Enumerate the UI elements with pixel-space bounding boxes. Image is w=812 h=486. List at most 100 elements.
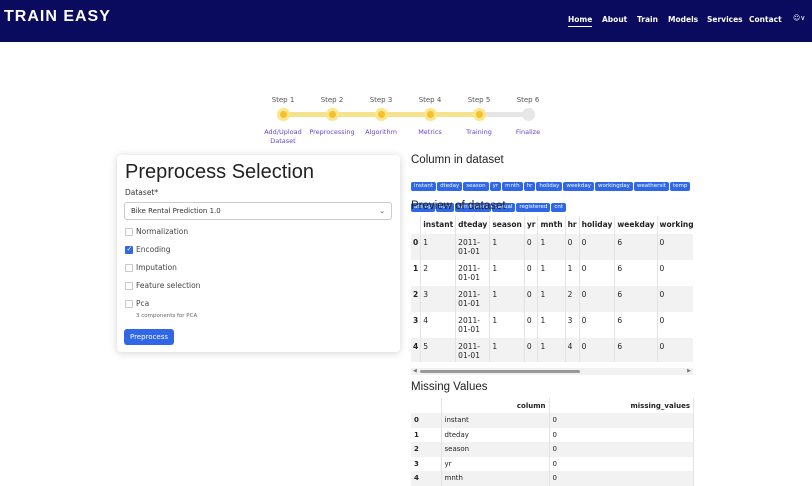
missing-header bbox=[411, 398, 442, 413]
step-1-dot[interactable] bbox=[277, 108, 290, 121]
column-tag: temp bbox=[669, 182, 691, 191]
cell: 0 bbox=[549, 413, 694, 428]
cell: 0 bbox=[657, 338, 693, 362]
option-label: Imputation bbox=[136, 263, 177, 272]
nav-about[interactable]: About bbox=[602, 15, 627, 24]
cell: dteday bbox=[441, 427, 550, 442]
table-row: 3 4 2011-01-01 1 0 1 3 0 6 0 1 bbox=[411, 312, 693, 338]
cell: 4 bbox=[420, 312, 457, 338]
step-4-dot[interactable] bbox=[424, 108, 437, 121]
missing-header-row: column missing_values bbox=[411, 398, 694, 413]
cell: 0 bbox=[524, 312, 539, 338]
nav-contact[interactable]: Contact bbox=[749, 15, 782, 24]
table-row: 4 mnth 0 bbox=[411, 471, 694, 486]
step-1-title: Step 1 bbox=[271, 96, 295, 104]
scroll-right-icon[interactable]: ▶ bbox=[687, 368, 691, 374]
cell: 1 bbox=[537, 260, 566, 286]
scroll-left-icon[interactable]: ◀ bbox=[413, 368, 417, 374]
cell: 0 bbox=[579, 260, 616, 286]
nav-models[interactable]: Models bbox=[668, 15, 698, 24]
pca-hint: 3 components for PCA bbox=[136, 313, 198, 319]
cell: 1 bbox=[489, 338, 525, 362]
nav-home[interactable]: Home bbox=[568, 15, 593, 27]
table-row: 0 1 2011-01-01 1 0 1 0 0 6 0 1 bbox=[411, 234, 693, 260]
column-tag: yr bbox=[489, 182, 502, 191]
preview-header: holiday bbox=[579, 216, 616, 234]
cell: 1 bbox=[489, 260, 525, 286]
checkbox-pca[interactable] bbox=[125, 300, 133, 308]
preview-header: instant bbox=[420, 216, 457, 234]
step-6-label[interactable]: Finalize bbox=[498, 128, 558, 137]
horizontal-scrollbar[interactable]: ◀ ▶ bbox=[411, 368, 693, 375]
missing-table-container: column missing_values 0 instant 0 1 dted… bbox=[411, 398, 694, 486]
preprocess-button[interactable]: Preprocess bbox=[124, 329, 174, 345]
table-row: 2 season 0 bbox=[411, 442, 694, 457]
cell: 0 bbox=[524, 286, 539, 312]
step-5-dot[interactable] bbox=[473, 108, 486, 121]
option-label: Normalization bbox=[136, 227, 189, 236]
preview-table-container[interactable]: instant dteday season yr mnth hr holiday… bbox=[411, 216, 693, 362]
cell: 3 bbox=[411, 312, 422, 338]
nav-train[interactable]: Train bbox=[637, 15, 658, 24]
step-6-dot[interactable] bbox=[522, 108, 535, 121]
missing-table: column missing_values 0 instant 0 1 dted… bbox=[411, 398, 694, 486]
column-tag: registered bbox=[516, 202, 551, 212]
missing-header: column bbox=[441, 398, 550, 413]
column-tag: instant bbox=[411, 182, 437, 191]
step-3-title: Step 3 bbox=[369, 96, 393, 104]
cell: 4 bbox=[411, 471, 442, 486]
cell: 6 bbox=[614, 260, 658, 286]
option-label: Encoding bbox=[136, 245, 171, 254]
cell: 0 bbox=[579, 338, 616, 362]
column-tag: hr bbox=[523, 182, 536, 191]
cell: 6 bbox=[614, 286, 658, 312]
cell: 2011-01-01 bbox=[455, 260, 491, 286]
cell: 1 bbox=[489, 234, 525, 260]
cell: 1 bbox=[411, 260, 422, 286]
preview-header bbox=[411, 216, 422, 234]
checkbox-encoding[interactable] bbox=[125, 245, 133, 254]
cell: 6 bbox=[614, 234, 658, 260]
column-tag: weathersit bbox=[633, 182, 669, 191]
cell: 1 bbox=[565, 260, 580, 286]
dataset-select[interactable]: Bike Rental Prediction 1.0 ⌄ bbox=[124, 202, 392, 220]
cell: 0 bbox=[549, 442, 694, 457]
step-track-pending bbox=[479, 112, 527, 117]
cell: 0 bbox=[411, 413, 442, 428]
cell: 0 bbox=[657, 312, 693, 338]
preview-header: yr bbox=[524, 216, 539, 234]
cell: 1 bbox=[489, 286, 525, 312]
column-tag: mnth bbox=[502, 182, 523, 191]
cell: 0 bbox=[524, 260, 539, 286]
cell: 0 bbox=[549, 471, 694, 486]
column-tag: cnt bbox=[551, 202, 567, 212]
nav-services[interactable]: Services bbox=[707, 15, 743, 24]
checkbox-imputation[interactable] bbox=[125, 264, 133, 272]
cell: 1 bbox=[411, 427, 442, 442]
preview-header: dteday bbox=[455, 216, 491, 234]
scrollbar-thumb[interactable] bbox=[420, 370, 580, 373]
cell: 2 bbox=[565, 286, 580, 312]
cell: 0 bbox=[549, 427, 694, 442]
cell: 0 bbox=[657, 286, 693, 312]
step-2-dot[interactable] bbox=[326, 108, 339, 121]
chevron-down-icon: ⌄ bbox=[379, 207, 385, 215]
checkbox-normalization[interactable] bbox=[125, 228, 133, 236]
cell: 2011-01-01 bbox=[455, 286, 491, 312]
cell: 6 bbox=[614, 312, 658, 338]
dataset-label: Dataset* bbox=[125, 188, 159, 197]
step-3-dot[interactable] bbox=[375, 108, 388, 121]
user-menu-icon[interactable]: ☺∨ bbox=[793, 14, 805, 22]
preview-header-row: instant dteday season yr mnth hr holiday… bbox=[411, 216, 693, 234]
cell: instant bbox=[441, 413, 550, 428]
table-row: 1 dteday 0 bbox=[411, 427, 694, 442]
table-row: 0 instant 0 bbox=[411, 413, 694, 428]
cell: 1 bbox=[537, 286, 566, 312]
cell: 2 bbox=[420, 260, 457, 286]
brand-logo[interactable]: TRAIN EASY bbox=[4, 8, 111, 26]
column-tag: holiday bbox=[536, 182, 563, 191]
missing-title: Missing Values bbox=[411, 381, 488, 393]
table-row: 1 2 2011-01-01 1 0 1 1 0 6 0 1 bbox=[411, 260, 693, 286]
cell: 0 bbox=[411, 234, 422, 260]
checkbox-feature-selection[interactable] bbox=[125, 282, 133, 290]
